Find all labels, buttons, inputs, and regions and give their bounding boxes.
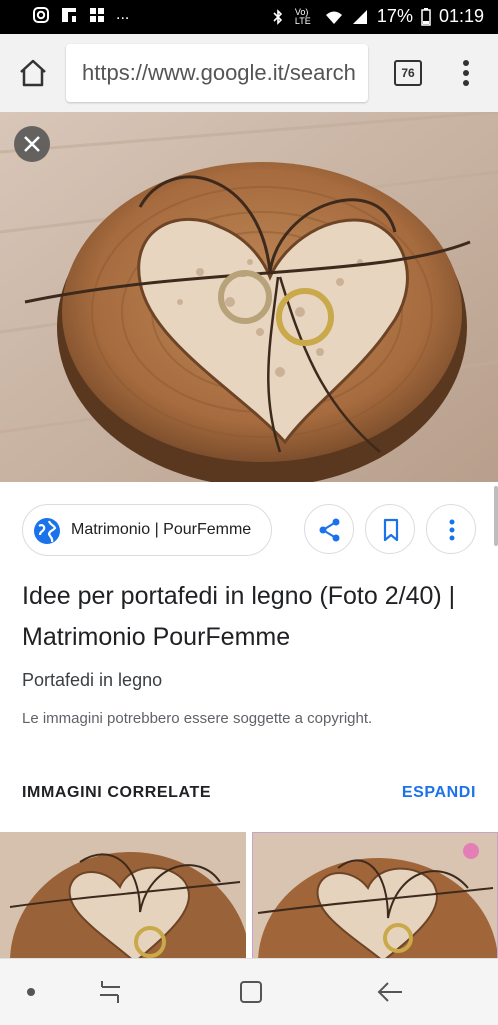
battery-percent: 17% — [376, 6, 413, 26]
related-heading: IMMAGINI CORRELATE — [22, 784, 212, 801]
close-icon — [24, 136, 40, 152]
scrollbar[interactable] — [494, 486, 498, 546]
system-nav-bar — [0, 958, 498, 1025]
url-text: https://www.google.it/search — [82, 60, 356, 85]
expand-button[interactable]: ESPANDI — [402, 784, 476, 802]
home-nav-icon[interactable] — [238, 979, 264, 1005]
result-title[interactable]: Idee per portafedi in legno (Foto 2/40) … — [22, 576, 462, 658]
bluetooth-icon — [273, 8, 283, 25]
more-vert-icon — [449, 519, 455, 541]
related-thumbnail[interactable] — [0, 832, 246, 962]
status-bar: ... Vo) LTE 17% 01:19 — [0, 0, 498, 34]
close-button[interactable] — [14, 126, 50, 162]
copyright-notice: Le immagini potrebbero essere soggette a… — [22, 710, 373, 727]
tab-switcher-button[interactable]: 76 — [394, 60, 422, 86]
flipboard-icon — [62, 8, 76, 22]
signal-icon — [352, 9, 367, 24]
preview-image[interactable] — [0, 112, 498, 482]
share-button[interactable] — [304, 504, 354, 554]
back-icon[interactable] — [376, 979, 404, 1005]
nav-dot-icon[interactable] — [26, 987, 36, 997]
source-label: Matrimonio | PourFemme — [71, 521, 252, 538]
gallery-icon — [90, 8, 104, 22]
more-vert-icon[interactable] — [458, 56, 474, 90]
share-icon — [319, 518, 340, 542]
bookmark-button[interactable] — [365, 504, 415, 554]
wifi-icon — [325, 11, 342, 24]
battery-icon — [421, 7, 431, 26]
source-chip[interactable]: Matrimonio | PourFemme — [22, 504, 272, 556]
bookmark-icon — [383, 518, 399, 542]
network-label: Vo) LTE — [294, 6, 311, 26]
status-more: ... — [116, 6, 130, 23]
globe-icon — [34, 518, 60, 544]
url-field[interactable]: https://www.google.it/search — [66, 44, 368, 102]
related-thumbnail[interactable] — [252, 832, 498, 962]
instagram-icon — [33, 7, 49, 23]
clock: 01:19 — [438, 6, 484, 26]
recents-icon[interactable] — [98, 979, 124, 1005]
more-options-button[interactable] — [426, 504, 476, 554]
result-subtitle: Portafedi in legno — [22, 670, 163, 690]
browser-toolbar: https://www.google.it/search 76 — [0, 34, 498, 113]
watermark-logo — [463, 843, 479, 859]
home-icon[interactable] — [16, 56, 50, 90]
